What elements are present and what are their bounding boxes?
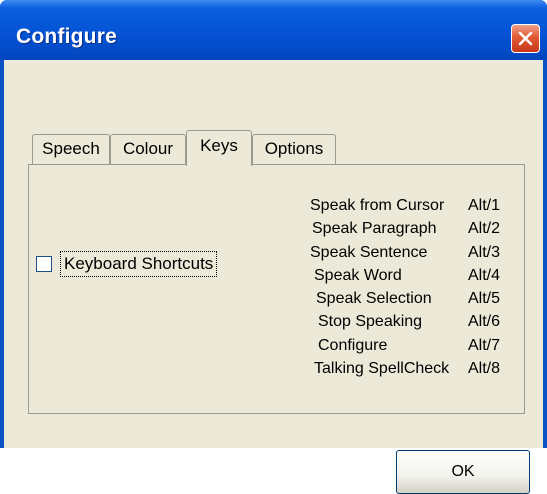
tab-keys[interactable]: Keys [186,130,252,166]
tab-speech[interactable]: Speech [32,134,110,164]
window-title: Configure [16,25,117,48]
keyboard-shortcuts-checkbox[interactable] [36,256,52,272]
shortcut-name: Speak Sentence [310,243,428,261]
shortcut-key: Alt/6 [468,313,501,331]
shortcut-key: Alt/4 [468,266,501,284]
keyboard-shortcuts-label[interactable]: Keyboard Shortcuts [60,251,218,277]
shortcut-key: Alt/5 [468,290,501,308]
close-button[interactable] [511,24,540,53]
shortcut-key: Alt/8 [468,360,501,378]
shortcut-name: Stop Speaking [318,313,423,331]
dialog-client-area: Speech Colour Keys Options Keyboard Shor… [4,60,543,494]
shortcut-name: Speak Word [314,266,402,284]
shortcut-key: Alt/1 [468,197,501,214]
close-icon [518,31,533,46]
shortcut-keys: Alt/1 Alt/2 Alt/3 Alt/4 Alt/5 Alt/6 Alt/7 Alt/8 [468,194,518,380]
shortcut-key: Alt/2 [468,220,501,238]
title-bar[interactable]: Configure [0,0,547,60]
shortcut-name: Speak from Cursor [310,197,445,214]
shortcut-key: Alt/3 [468,243,501,261]
tab-colour[interactable]: Colour [110,134,186,164]
shortcut-name: Speak Selection [316,290,432,308]
shortcut-name: Speak Paragraph [312,220,437,238]
tab-options[interactable]: Options [252,134,336,164]
shortcut-name: Talking SpellCheck [314,360,450,378]
shortcut-name: Configure [318,336,388,354]
shortcut-key: Alt/7 [468,336,501,354]
shortcut-names: Speak from Cursor Speak Paragraph Speak Se… [310,194,470,380]
configure-dialog: Configure Speech Colour Keys Options Key… [0,0,547,494]
ok-button[interactable]: OK [396,450,530,494]
